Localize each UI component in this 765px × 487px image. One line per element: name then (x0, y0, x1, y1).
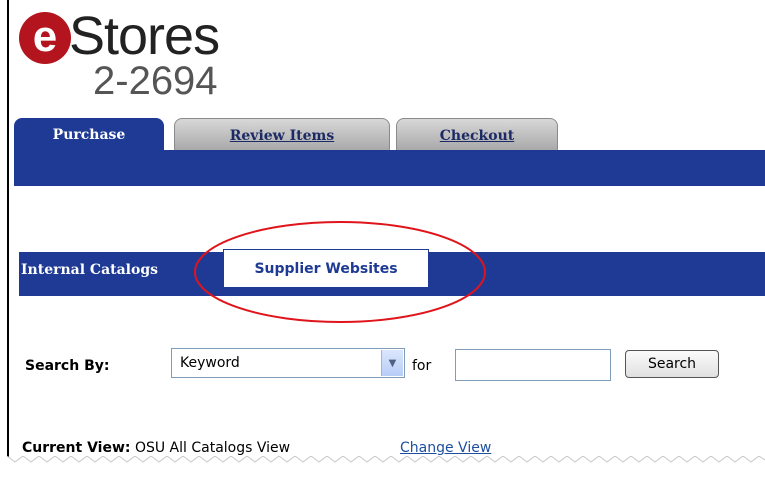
main-nav-bar (14, 150, 765, 186)
logo-wordmark: Stores (69, 6, 220, 66)
page-frame: e Stores 2-2694 Purchase Review Items Ch… (7, 0, 765, 457)
highlight-ellipse (194, 221, 486, 323)
search-type-select[interactable]: Keyword ▼ (171, 348, 405, 378)
current-view: Current View: OSU All Catalogs View (22, 440, 290, 456)
search-type-value: Keyword (180, 355, 240, 371)
tab-purchase[interactable]: Purchase (14, 118, 164, 152)
chevron-down-icon[interactable]: ▼ (381, 350, 403, 376)
logo-e-mark: e (19, 12, 71, 64)
current-view-label: Current View: (22, 440, 131, 456)
tab-review-items[interactable]: Review Items (174, 118, 390, 152)
logo-phone-number: 2-2694 (93, 59, 218, 103)
change-view-link[interactable]: Change View (400, 440, 491, 456)
subtab-internal-catalogs[interactable]: Internal Catalogs (21, 262, 158, 278)
torn-edge (6, 456, 765, 463)
search-button[interactable]: Search (625, 350, 719, 378)
search-by-label: Search By: (25, 358, 110, 374)
current-view-value: OSU All Catalogs View (134, 440, 291, 456)
for-label: for (412, 358, 432, 374)
search-input[interactable] (455, 349, 611, 381)
tab-checkout[interactable]: Checkout (396, 118, 558, 152)
